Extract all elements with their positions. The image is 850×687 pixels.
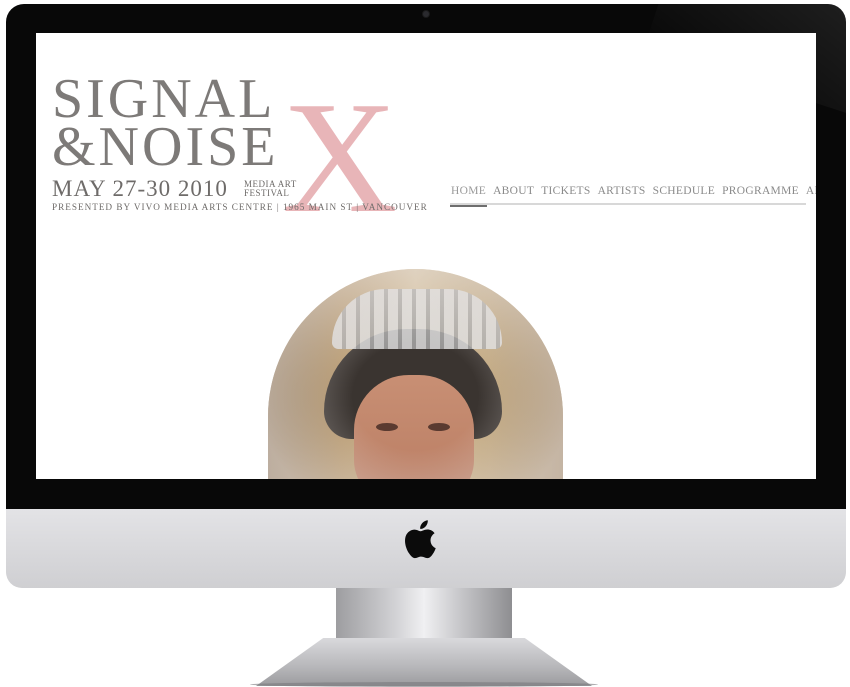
camera-icon	[423, 11, 429, 17]
logo-x: X	[282, 68, 398, 246]
festival-dates: MAY 27-30 2010	[52, 176, 228, 201]
nav-archive[interactable]: ARCHIVE	[805, 185, 816, 207]
monitor-stand-base	[256, 638, 592, 686]
festival-logo[interactable]: X SIGNAL &NOISE MAY 27-30 2010 MEDIA ART…	[52, 68, 427, 237]
media-art-festival-label: MEDIA ART FESTIVAL	[244, 180, 297, 198]
nav-divider	[450, 203, 806, 205]
website-screen: X SIGNAL &NOISE MAY 27-30 2010 MEDIA ART…	[36, 33, 816, 479]
festival-text: FESTIVAL	[244, 188, 290, 198]
monitor-stand-neck	[336, 588, 512, 640]
screen-bezel: X SIGNAL &NOISE MAY 27-30 2010 MEDIA ART…	[6, 4, 846, 509]
hero-portrait-image	[268, 269, 563, 479]
apple-logo-icon	[405, 520, 436, 559]
logo-noise: &NOISE	[52, 116, 279, 178]
stand-shadow	[250, 682, 598, 687]
portrait-veil	[268, 269, 563, 479]
imac-monitor: X SIGNAL &NOISE MAY 27-30 2010 MEDIA ART…	[6, 4, 846, 588]
presented-by-line: PRESENTED BY VIVO MEDIA ARTS CENTRE | 19…	[52, 202, 428, 212]
